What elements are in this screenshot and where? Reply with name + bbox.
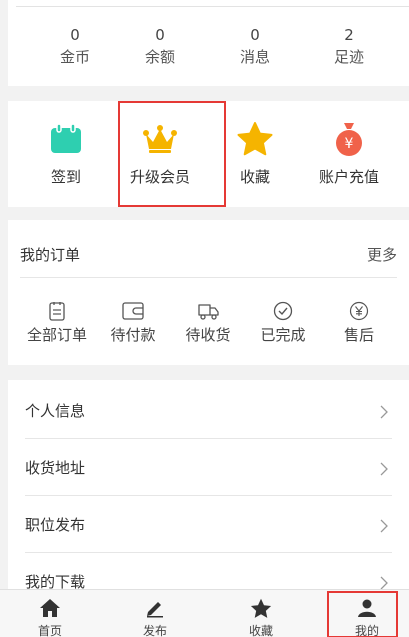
stat-value: 0 [155,26,165,44]
order-label: 全部订单 [26,326,87,344]
menu-item-label: 收货地址 [25,459,86,477]
divider [20,277,397,278]
stat-value: 2 [344,26,354,44]
clipboard-icon [17,300,97,322]
stat-messages[interactable]: 0 消息 [215,26,295,66]
orders-title: 我的订单 [20,246,81,264]
wallet-icon [93,300,173,322]
highlight-box [118,101,226,207]
menu-item-job-posting[interactable]: 职位发布 [25,496,392,553]
chevron-right-icon [380,518,388,537]
orders-header: 我的订单 更多 [20,244,397,264]
feature-label: 签到 [50,168,81,186]
order-after-sales-button[interactable]: 售后 [319,300,399,344]
tab-label: 收藏 [248,624,273,637]
stat-value: 0 [250,26,260,44]
stat-value: 0 [70,26,80,44]
stat-label: 金币 [59,48,90,66]
order-label: 待付款 [110,326,156,344]
menu-item-personal-info[interactable]: 个人信息 [25,382,392,439]
menu-item-address[interactable]: 收货地址 [25,439,392,496]
menu-list: 个人信息 收货地址 职位发布 我的下载 [8,380,409,595]
tab-publish[interactable]: 发布 [115,596,195,637]
order-label: 待收货 [185,326,231,344]
orders-more-link[interactable]: 更多 [367,244,397,265]
chevron-right-icon [380,461,388,480]
stat-label: 余额 [144,48,175,66]
stat-label: 消息 [239,48,270,66]
chevron-right-icon [380,404,388,423]
menu-item-label: 个人信息 [25,402,86,420]
tab-label: 首页 [37,624,62,637]
tab-favorites[interactable]: 收藏 [221,596,301,637]
stat-balance[interactable]: 0 余额 [120,26,200,66]
checkin-button[interactable]: 签到 [16,121,116,187]
money-bag-icon: ¥ [299,121,399,157]
stat-label: 足迹 [333,48,364,66]
order-all-button[interactable]: 全部订单 [17,300,97,344]
order-label: 已完成 [260,326,306,344]
feature-card: 签到 升级会员 收藏 ¥ 账户充值 [8,101,409,207]
star-icon [221,596,301,620]
svg-text:¥: ¥ [345,136,354,152]
yen-circle-icon [319,300,399,322]
stats-card: 0 金币 0 余额 0 消息 2 足迹 [8,0,409,86]
stat-coins[interactable]: 0 金币 [35,26,115,66]
order-completed-button[interactable]: 已完成 [243,300,323,344]
order-pending-receipt-button[interactable]: 待收货 [168,300,248,344]
order-label: 售后 [343,326,374,344]
tab-label: 发布 [142,624,167,637]
truck-icon [168,300,248,322]
divider [16,6,409,7]
order-pending-payment-button[interactable]: 待付款 [93,300,173,344]
stat-footprints[interactable]: 2 足迹 [309,26,389,66]
home-icon [10,596,90,620]
check-circle-icon [243,300,323,322]
recharge-button[interactable]: ¥ 账户充值 [299,121,399,187]
menu-item-label: 职位发布 [25,516,86,534]
highlight-box [327,591,398,637]
pencil-icon [115,596,195,620]
tab-home[interactable]: 首页 [10,596,90,637]
feature-label: 账户充值 [318,168,379,186]
orders-card: 我的订单 更多 全部订单 待付款 待收货 已完成 售后 [8,220,409,365]
calendar-icon [16,121,116,157]
bottom-tab-bar: 首页 发布 收藏 我的 [0,589,409,637]
